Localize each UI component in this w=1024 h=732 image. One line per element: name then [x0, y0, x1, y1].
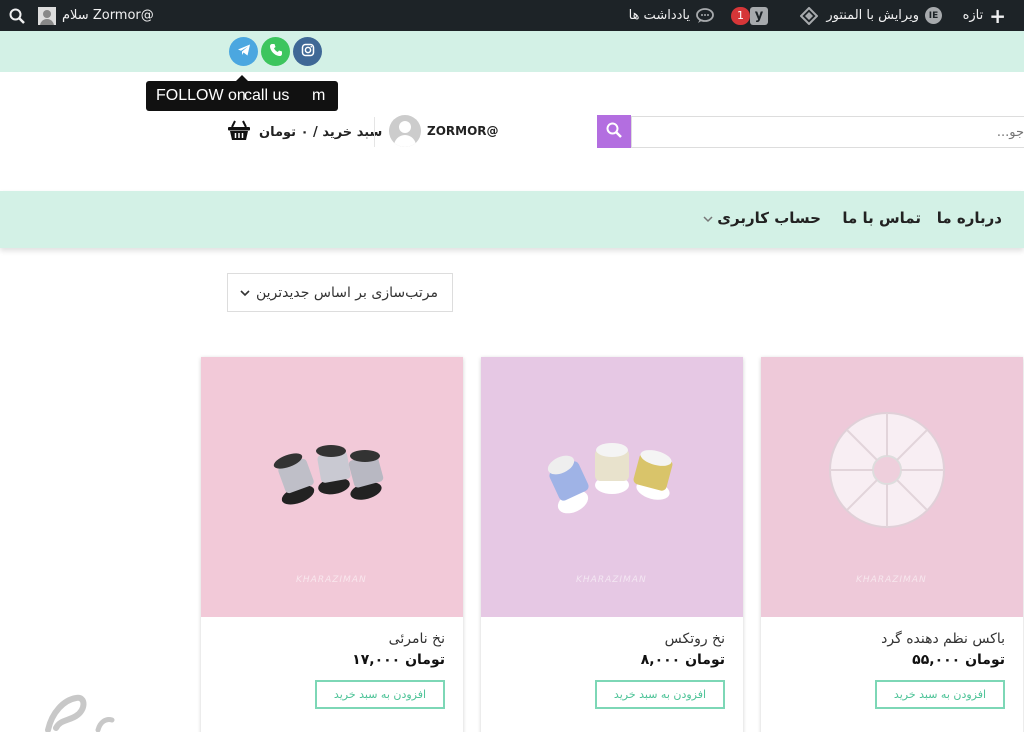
product-image[interactable]: KHARAZIMAN: [201, 357, 463, 617]
social-tooltip: FOLLOW on call us m: [146, 75, 338, 111]
comment-bubble-icon: [696, 7, 714, 24]
elementor-icon: IE: [925, 7, 942, 24]
tooltip-text-m: m: [312, 87, 326, 104]
product-image[interactable]: KHARAZIMAN: [481, 357, 743, 617]
spool-icon: [547, 443, 673, 514]
my-account-menu[interactable]: سلام Zormor@: [38, 0, 154, 31]
product-title[interactable]: باکس نظم دهنده گرد: [881, 631, 1005, 647]
search-icon: [9, 8, 25, 24]
username-label: ZORMOR@: [427, 124, 499, 138]
cart-label: سبد خرید / ۰ تومان: [259, 124, 383, 140]
cart-link[interactable]: سبد خرید / ۰ تومان: [227, 119, 382, 145]
nav-label-about: درباره ما: [936, 209, 1002, 227]
yoast-menu[interactable]: y: [750, 0, 768, 31]
diamond-menu[interactable]: [800, 0, 818, 31]
product-title[interactable]: نخ روتکس: [665, 631, 725, 647]
search-icon: [606, 122, 622, 142]
product-card[interactable]: KHARAZIMAN نخ روتکس ۸,۰۰۰ تومان افزودن ب…: [481, 357, 743, 732]
nav-item-about[interactable]: درباره ما: [937, 191, 1002, 245]
admin-bar: تازه + ویرایش با المنتور IE y 1 یادداشت …: [0, 0, 1024, 31]
nav-item-contact[interactable]: تماس با ما: [842, 191, 921, 245]
add-to-cart-button[interactable]: افزودن به سبد خرید: [875, 680, 1005, 709]
header-divider: [374, 117, 375, 147]
comments-label: یادداشت ها: [628, 8, 690, 23]
background-decoration: [38, 690, 128, 732]
product-card[interactable]: KHARAZIMAN باکس نظم دهنده گرد ۵۵,۰۰۰ توم…: [761, 357, 1023, 732]
avatar: [38, 6, 56, 25]
phone-button[interactable]: [261, 37, 290, 66]
telegram-button[interactable]: [229, 37, 258, 66]
greeting-label: سلام Zormor@: [62, 8, 154, 23]
phone-icon: [269, 42, 283, 61]
comments-menu[interactable]: یادداشت ها: [629, 0, 714, 31]
product-price: ۱۷,۰۰۰ تومان: [352, 652, 445, 668]
instagram-icon: [301, 42, 315, 61]
elementor-label: ویرایش با المنتور: [826, 8, 919, 23]
sort-selected-label: مرتب‌سازی بر اساس جدیدترین: [256, 284, 438, 301]
image-watermark: KHARAZIMAN: [576, 575, 647, 585]
admin-new-menu[interactable]: تازه +: [963, 0, 1006, 31]
spool-icon: [273, 445, 384, 505]
edit-with-elementor[interactable]: ویرایش با المنتور IE: [826, 0, 942, 31]
new-label: تازه: [962, 8, 984, 23]
yoast-icon: y: [750, 6, 768, 25]
product-price: ۵۵,۰۰۰ تومان: [912, 652, 1005, 668]
avatar: [389, 115, 421, 147]
round-organizer-box-icon: [829, 412, 945, 528]
product-price: ۸,۰۰۰ تومان: [640, 652, 725, 668]
chevron-down-icon: [240, 285, 250, 301]
admin-search-button[interactable]: [9, 0, 25, 31]
plus-icon: +: [989, 3, 1006, 28]
notification-badge[interactable]: 1: [731, 0, 750, 31]
nav-label-account: حساب کاربری: [717, 209, 821, 227]
product-card[interactable]: KHARAZIMAN نخ نامرئی ۱۷,۰۰۰ تومان افزودن…: [201, 357, 463, 732]
search-button[interactable]: [597, 115, 631, 148]
basket-icon: [227, 119, 251, 145]
add-to-cart-button[interactable]: افزودن به سبد خرید: [315, 680, 445, 709]
tooltip-text-call: call us: [244, 87, 290, 104]
telegram-icon: [237, 42, 251, 61]
tooltip-text-follow: FOLLOW on: [156, 87, 246, 104]
top-strip: [0, 31, 1024, 72]
image-watermark: KHARAZIMAN: [856, 575, 927, 585]
chevron-down-icon: [703, 209, 713, 227]
product-title[interactable]: نخ نامرئی: [389, 631, 445, 647]
instagram-button[interactable]: [293, 37, 322, 66]
add-to-cart-button[interactable]: افزودن به سبد خرید: [595, 680, 725, 709]
diamond-icon: [800, 6, 818, 25]
nav-label-contact: تماس با ما: [842, 209, 921, 227]
notification-count: 1: [731, 6, 750, 25]
product-image[interactable]: KHARAZIMAN: [761, 357, 1023, 617]
image-watermark: KHARAZIMAN: [296, 575, 367, 585]
sort-select[interactable]: مرتب‌سازی بر اساس جدیدترین: [227, 273, 453, 312]
nav-item-account[interactable]: حساب کاربری: [703, 191, 821, 245]
user-account-link[interactable]: ZORMOR@: [389, 115, 499, 147]
search-input[interactable]: [631, 116, 1024, 148]
